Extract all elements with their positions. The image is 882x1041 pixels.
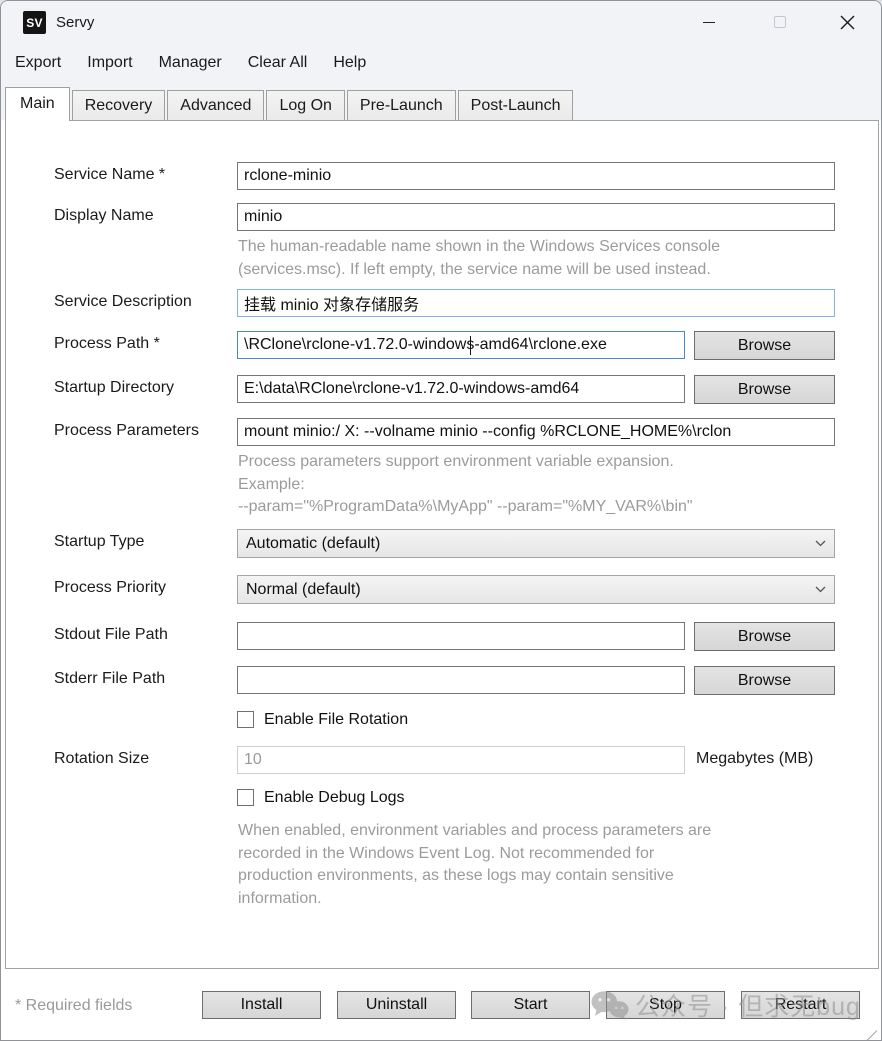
startup-type-label: Startup Type xyxy=(54,533,144,551)
close-button[interactable] xyxy=(829,7,865,37)
maximize-icon xyxy=(774,16,786,28)
menu-help[interactable]: Help xyxy=(333,54,366,72)
stdout-file-path-input[interactable] xyxy=(237,622,685,650)
rotation-size-label: Rotation Size xyxy=(54,750,149,768)
process-parameters-input[interactable] xyxy=(237,418,835,446)
menu-clear-all[interactable]: Clear All xyxy=(248,54,308,72)
app-icon: SV xyxy=(23,11,46,34)
uninstall-button[interactable]: Uninstall xyxy=(337,991,456,1019)
menu-bar: Export Import Manager Clear All Help xyxy=(1,43,366,83)
start-button[interactable]: Start xyxy=(471,991,590,1019)
maximize-button xyxy=(762,7,798,37)
close-icon xyxy=(840,15,855,30)
display-name-help: The human-readable name shown in the Win… xyxy=(238,236,720,281)
startup-type-select[interactable]: Automatic (default) xyxy=(237,529,835,558)
tab-strip: Main Recovery Advanced Log On Pre-Launch… xyxy=(5,87,575,121)
tab-log-on[interactable]: Log On xyxy=(266,90,344,120)
text-caret xyxy=(470,336,471,355)
window-title: Servy xyxy=(56,14,94,31)
process-parameters-label: Process Parameters xyxy=(54,422,199,440)
browse-startup-directory-button[interactable]: Browse xyxy=(694,375,835,404)
display-name-input[interactable] xyxy=(237,203,835,231)
enable-debug-logs-label: Enable Debug Logs xyxy=(264,789,405,807)
debug-logs-help: When enabled, environment variables and … xyxy=(238,820,711,910)
service-name-label: Service Name * xyxy=(54,166,165,184)
menu-manager[interactable]: Manager xyxy=(159,54,222,72)
resize-grip[interactable] xyxy=(867,1030,878,1041)
browse-stderr-button[interactable]: Browse xyxy=(694,666,835,695)
startup-directory-label: Startup Directory xyxy=(54,379,174,397)
browse-process-path-button[interactable]: Browse xyxy=(694,331,835,360)
minimize-button[interactable] xyxy=(691,7,727,37)
enable-file-rotation-label: Enable File Rotation xyxy=(264,711,408,729)
minimize-icon xyxy=(703,22,715,23)
process-priority-value: Normal (default) xyxy=(246,581,361,599)
enable-file-rotation-checkbox[interactable] xyxy=(237,711,254,728)
chevron-down-icon xyxy=(815,540,826,547)
install-button[interactable]: Install xyxy=(202,991,321,1019)
stderr-file-path-label: Stderr File Path xyxy=(54,670,165,688)
stop-button[interactable]: Stop xyxy=(606,991,725,1019)
servy-window: SV Servy Export Import Manager Clear All… xyxy=(0,0,882,1041)
startup-directory-input[interactable] xyxy=(237,375,685,403)
rotation-size-input[interactable] xyxy=(237,746,685,774)
menu-export[interactable]: Export xyxy=(15,54,61,72)
process-parameters-help: Process parameters support environment v… xyxy=(238,451,693,519)
chevron-down-icon xyxy=(815,586,826,593)
tab-advanced[interactable]: Advanced xyxy=(167,90,264,120)
stderr-file-path-input[interactable] xyxy=(237,666,685,694)
process-path-label: Process Path * xyxy=(54,335,160,353)
display-name-label: Display Name xyxy=(54,207,154,225)
service-name-input[interactable] xyxy=(237,162,835,190)
tab-recovery[interactable]: Recovery xyxy=(72,90,166,120)
main-tab-panel: Service Name * Display Name The human-re… xyxy=(5,120,879,969)
process-priority-label: Process Priority xyxy=(54,579,166,597)
startup-type-value: Automatic (default) xyxy=(246,535,380,553)
service-description-label: Service Description xyxy=(54,293,192,311)
process-priority-select[interactable]: Normal (default) xyxy=(237,575,835,604)
process-path-input[interactable] xyxy=(237,331,685,359)
restart-button[interactable]: Restart xyxy=(741,991,860,1019)
tab-post-launch[interactable]: Post-Launch xyxy=(458,90,574,120)
required-fields-note: * Required fields xyxy=(15,997,132,1015)
tab-pre-launch[interactable]: Pre-Launch xyxy=(347,90,456,120)
browse-stdout-button[interactable]: Browse xyxy=(694,622,835,651)
stdout-file-path-label: Stdout File Path xyxy=(54,626,168,644)
rotation-size-unit-label: Megabytes (MB) xyxy=(696,750,813,768)
enable-debug-logs-checkbox[interactable] xyxy=(237,789,254,806)
menu-import[interactable]: Import xyxy=(87,54,132,72)
service-description-input[interactable] xyxy=(237,289,835,317)
tab-main[interactable]: Main xyxy=(5,87,70,121)
